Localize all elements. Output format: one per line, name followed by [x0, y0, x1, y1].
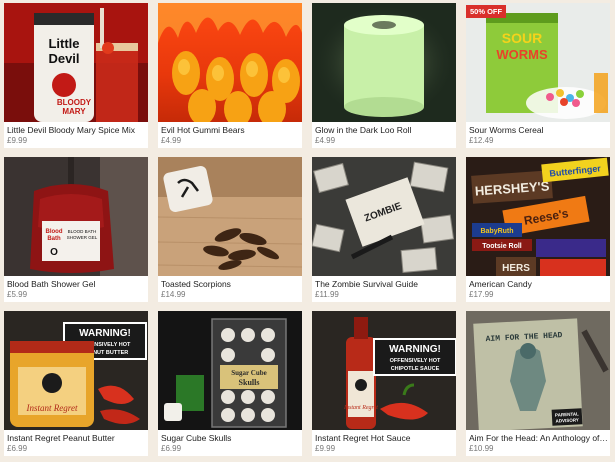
- product-image-text: O: [50, 247, 58, 258]
- product-image[interactable]: Blood Bath BLOOD BATH SHOWER GEL O: [4, 157, 148, 276]
- product-card[interactable]: Blood Bath BLOOD BATH SHOWER GEL O Blood…: [4, 157, 148, 302]
- product-image-text: Little: [48, 36, 79, 51]
- product-image-text: Instant Regret: [26, 403, 78, 413]
- product-image[interactable]: ZOMBIE: [312, 157, 456, 276]
- product-image-text: CHIPOTLE SAUCE: [391, 366, 440, 372]
- product-price: £9.99: [7, 136, 28, 145]
- product-price: £11.99: [315, 290, 339, 299]
- product-image-text: HERS: [502, 263, 530, 274]
- product-card[interactable]: Instant Regret WARNING! OFFENSIVELY HOT …: [312, 311, 456, 456]
- product-image-text: SHOWER GEL: [67, 235, 98, 240]
- product-card[interactable]: Glow in the Dark Loo Roll £4.99: [312, 3, 456, 148]
- product-price: £17.99: [469, 290, 494, 299]
- product-price: £5.99: [7, 290, 28, 299]
- product-card[interactable]: Evil Hot Gummi Bears £4.99: [158, 3, 302, 148]
- product-price: £4.99: [315, 136, 336, 145]
- product-price: £14.99: [161, 290, 186, 299]
- product-image[interactable]: AIM FOR THE HEAD PARENTAL ADVISORY: [466, 311, 610, 430]
- product-name[interactable]: Aim For the Head: An Anthology of Zom...: [469, 433, 609, 443]
- product-card[interactable]: AIM FOR THE HEAD PARENTAL ADVISORY Aim F…: [466, 311, 610, 456]
- product-name[interactable]: Sour Worms Cereal: [469, 125, 609, 135]
- product-card[interactable]: HERSHEY'S Butterfinger Reese's BabyRuth …: [466, 157, 610, 302]
- product-price: £12.49: [469, 136, 494, 145]
- product-image-text: WARNING!: [79, 328, 131, 339]
- product-price: £4.99: [161, 136, 182, 145]
- product-image[interactable]: [158, 157, 302, 276]
- product-image-text: Bath: [47, 236, 61, 242]
- product-image-text: Tootsie Roll: [482, 243, 522, 250]
- product-image-text: MARY: [62, 107, 86, 116]
- product-image[interactable]: HERSHEY'S Butterfinger Reese's BabyRuth …: [466, 157, 610, 276]
- product-card[interactable]: SOUR WORMS 50% OFF Sour Worms Cereal £12…: [466, 3, 610, 148]
- product-image-text: Sugar Cube: [231, 369, 266, 377]
- product-image[interactable]: [158, 3, 302, 122]
- product-image[interactable]: [312, 3, 456, 122]
- product-image[interactable]: Instant Regret WARNING! OFFENSIVELY HOT …: [312, 311, 456, 430]
- product-name[interactable]: Instant Regret Hot Sauce: [315, 433, 455, 443]
- product-image-text: Devil: [48, 51, 79, 66]
- product-card[interactable]: ZOMBIE The Zombie Survival Guide £11.99: [312, 157, 456, 302]
- product-name[interactable]: Blood Bath Shower Gel: [7, 279, 147, 289]
- product-image[interactable]: Little Devil BLOODY MARY: [4, 3, 148, 122]
- product-name[interactable]: The Zombie Survival Guide: [315, 279, 455, 289]
- product-image-text: Blood: [46, 229, 63, 235]
- product-card[interactable]: Toasted Scorpions £14.99: [158, 157, 302, 302]
- product-name[interactable]: Toasted Scorpions: [161, 279, 301, 289]
- product-price: £10.99: [469, 444, 494, 453]
- product-image-text: BLOODY: [57, 98, 92, 107]
- product-image[interactable]: SOUR WORMS 50% OFF: [466, 3, 610, 122]
- product-image-text: WARNING!: [389, 344, 441, 355]
- product-grid: Little Devil BLOODY MARY Little Devil Bl…: [0, 0, 615, 462]
- product-name[interactable]: Sugar Cube Skulls: [161, 433, 301, 443]
- product-name[interactable]: Instant Regret Peanut Butter: [7, 433, 147, 443]
- product-card[interactable]: WARNING! OFFENSIVELY HOT PEANUT BUTTER I…: [4, 311, 148, 456]
- product-image[interactable]: Sugar Cube Skulls: [158, 311, 302, 430]
- product-image-text: Instant Regret: [343, 405, 378, 411]
- product-image-text: WORMS: [496, 47, 548, 62]
- product-name[interactable]: Evil Hot Gummi Bears: [161, 125, 301, 135]
- product-image[interactable]: WARNING! OFFENSIVELY HOT PEANUT BUTTER I…: [4, 311, 148, 430]
- product-card[interactable]: Sugar Cube Skulls Sugar Cube Skulls £6.9…: [158, 311, 302, 456]
- product-image-text: Skulls: [239, 378, 260, 387]
- product-price: £9.99: [315, 444, 336, 453]
- product-card[interactable]: Little Devil BLOODY MARY Little Devil Bl…: [4, 3, 148, 148]
- product-image-text: SOUR: [502, 30, 542, 46]
- product-price: £6.99: [7, 444, 28, 453]
- product-name[interactable]: Little Devil Bloody Mary Spice Mix: [7, 125, 147, 135]
- product-image-text: BabyRuth: [480, 228, 513, 235]
- product-image-text: OFFENSIVELY HOT: [390, 358, 441, 364]
- product-image-text: BLOOD BATH: [68, 229, 97, 234]
- product-name[interactable]: Glow in the Dark Loo Roll: [315, 125, 455, 135]
- discount-badge: 50% OFF: [466, 5, 507, 18]
- product-name[interactable]: American Candy: [469, 279, 609, 289]
- product-price: £6.99: [161, 444, 182, 453]
